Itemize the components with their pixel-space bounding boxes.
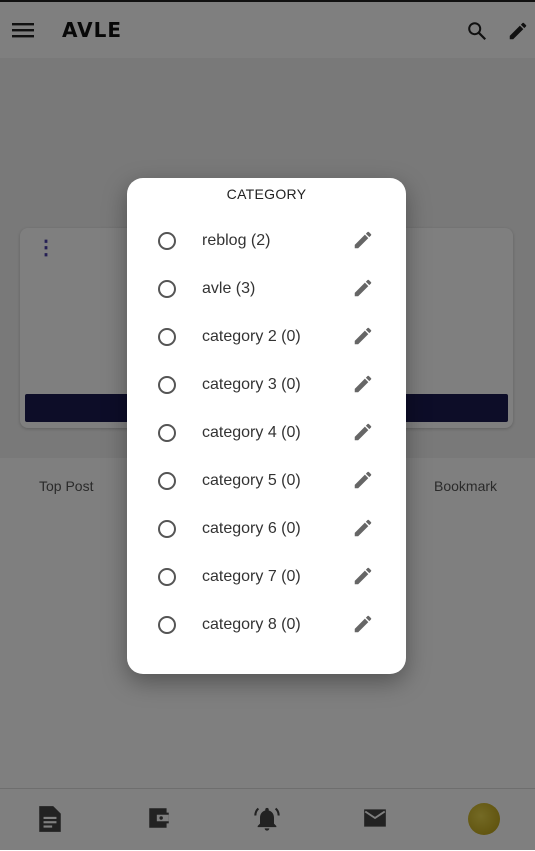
category-item[interactable]: category 2 (0)	[127, 314, 406, 362]
radio-button[interactable]	[158, 568, 176, 586]
category-item[interactable]: category 6 (0)	[127, 506, 406, 554]
category-label: avle (3)	[202, 280, 256, 297]
pencil-icon[interactable]	[352, 469, 374, 496]
radio-button[interactable]	[158, 232, 176, 250]
pencil-icon[interactable]	[352, 517, 374, 544]
category-label: category 3 (0)	[202, 376, 301, 393]
pencil-icon[interactable]	[352, 325, 374, 352]
category-label: reblog (2)	[202, 232, 271, 249]
radio-button[interactable]	[158, 424, 176, 442]
dialog-title: CATEGORY	[226, 186, 307, 202]
category-item[interactable]: reblog (2)	[127, 218, 406, 266]
category-label: category 5 (0)	[202, 472, 301, 489]
pencil-icon[interactable]	[352, 421, 374, 448]
pencil-icon[interactable]	[352, 277, 374, 304]
radio-button[interactable]	[158, 616, 176, 634]
category-item[interactable]: category 3 (0)	[127, 362, 406, 410]
radio-button[interactable]	[158, 472, 176, 490]
category-dialog: CATEGORY reblog (2) avle (3) category 2 …	[127, 178, 406, 674]
category-label: category 4 (0)	[202, 424, 301, 441]
radio-button[interactable]	[158, 520, 176, 538]
category-label: category 8 (0)	[202, 616, 301, 633]
category-label: category 7 (0)	[202, 568, 301, 585]
category-item[interactable]: category 7 (0)	[127, 554, 406, 602]
pencil-icon[interactable]	[352, 613, 374, 640]
pencil-icon[interactable]	[352, 373, 374, 400]
radio-button[interactable]	[158, 376, 176, 394]
category-item[interactable]: category 4 (0)	[127, 410, 406, 458]
category-item[interactable]: avle (3)	[127, 266, 406, 314]
category-item[interactable]: category 8 (0)	[127, 602, 406, 650]
category-label: category 2 (0)	[202, 328, 301, 345]
radio-button[interactable]	[158, 328, 176, 346]
radio-button[interactable]	[158, 280, 176, 298]
category-label: category 6 (0)	[202, 520, 301, 537]
pencil-icon[interactable]	[352, 229, 374, 256]
category-item[interactable]: category 5 (0)	[127, 458, 406, 506]
pencil-icon[interactable]	[352, 565, 374, 592]
